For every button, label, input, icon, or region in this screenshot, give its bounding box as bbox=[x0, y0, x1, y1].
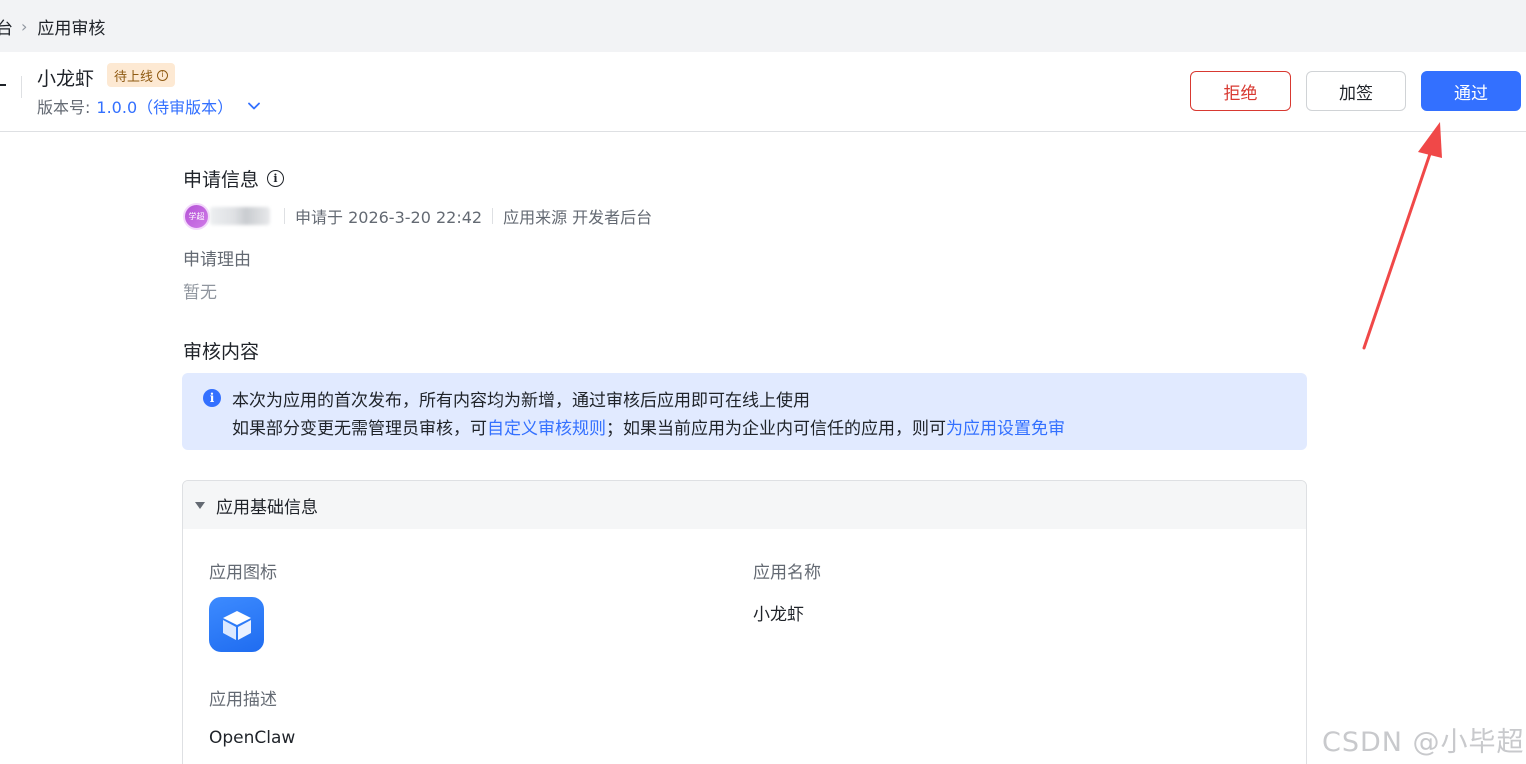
approve-button[interactable]: 通过 bbox=[1421, 71, 1521, 111]
notice-line-2: 如果部分变更无需管理员审核，可自定义审核规则；如果当前应用为企业内可信任的应用，… bbox=[232, 414, 1065, 439]
application-info-title: 申请信息 i bbox=[183, 165, 285, 192]
notice-text-a: 如果部分变更无需管理员审核，可 bbox=[232, 419, 487, 439]
set-exemption-link[interactable]: 为应用设置免审 bbox=[946, 419, 1065, 439]
countersign-button[interactable]: 加签 bbox=[1306, 71, 1406, 111]
status-badge-label: 待上线 bbox=[114, 69, 154, 85]
review-content-title-text: 审核内容 bbox=[183, 341, 260, 363]
applicant-row: 学超 申请于 2026-3-20 22:42 应用来源 开发者后台 bbox=[183, 202, 652, 230]
app-name-label: 应用名称 bbox=[753, 563, 821, 583]
reason-value: 暂无 bbox=[183, 283, 217, 303]
application-source: 应用来源 开发者后台 bbox=[503, 208, 653, 227]
version-value[interactable]: 1.0.0（待审版本） bbox=[96, 94, 233, 118]
applicant-name-redacted bbox=[210, 207, 270, 225]
version-label: 版本号: bbox=[37, 98, 91, 117]
chevron-down-icon[interactable] bbox=[247, 99, 261, 113]
page-header bbox=[0, 52, 1526, 132]
basic-info-toggle[interactable]: 应用基础信息 bbox=[183, 481, 1306, 529]
review-content-title: 审核内容 bbox=[183, 337, 259, 364]
back-icon[interactable] bbox=[0, 84, 6, 86]
notice-line-1: 本次为应用的首次发布，所有内容均为新增，通过审核后应用即可在线上使用 bbox=[232, 391, 810, 411]
reject-button[interactable]: 拒绝 bbox=[1190, 71, 1291, 111]
custom-review-rules-link[interactable]: 自定义审核规则 bbox=[487, 419, 606, 439]
basic-info-title: 应用基础信息 bbox=[216, 497, 318, 518]
info-circle-icon: i bbox=[203, 389, 221, 407]
breadcrumb-prev[interactable]: 台 bbox=[0, 14, 13, 39]
cube-icon bbox=[222, 610, 251, 640]
watermark: CSDN @小毕超 bbox=[1322, 727, 1525, 758]
chevron-right-icon: › bbox=[21, 16, 28, 36]
app-title: 小龙虾 bbox=[37, 68, 95, 90]
reason-label: 申请理由 bbox=[183, 250, 251, 270]
divider bbox=[284, 208, 285, 224]
info-icon[interactable]: i bbox=[157, 69, 169, 81]
status-badge: 待上线 i bbox=[107, 63, 176, 87]
caret-down-icon bbox=[195, 501, 205, 509]
applied-at: 申请于 2026-3-20 22:42 bbox=[295, 208, 483, 227]
divider bbox=[492, 208, 494, 224]
avatar[interactable]: 学超 bbox=[183, 202, 210, 230]
header-divider bbox=[21, 76, 22, 98]
version-selector[interactable]: 版本号: 1.0.0（待审版本） bbox=[37, 94, 261, 118]
notice-text-b: ；如果当前应用为企业内可信任的应用，则可 bbox=[606, 419, 946, 439]
app-name-value: 小龙虾 bbox=[753, 605, 804, 625]
basic-info-card: 应用基础信息 应用图标 应用名称 小龙虾 应用描述 OpenClaw bbox=[182, 480, 1307, 764]
app-desc-value: OpenClaw bbox=[209, 728, 296, 748]
application-info-title-text: 申请信息 bbox=[183, 169, 260, 191]
app-icon-label: 应用图标 bbox=[209, 563, 277, 583]
annotation-arrow-icon bbox=[1362, 122, 1442, 350]
breadcrumb-current: 应用审核 bbox=[37, 18, 106, 39]
breadcrumb: 台 › 应用审核 bbox=[0, 0, 1526, 52]
review-notice: i 本次为应用的首次发布，所有内容均为新增，通过审核后应用即可在线上使用 如果部… bbox=[182, 373, 1307, 450]
app-cube-icon bbox=[209, 597, 264, 652]
info-icon[interactable]: i bbox=[267, 170, 285, 187]
app-desc-label: 应用描述 bbox=[209, 690, 277, 710]
